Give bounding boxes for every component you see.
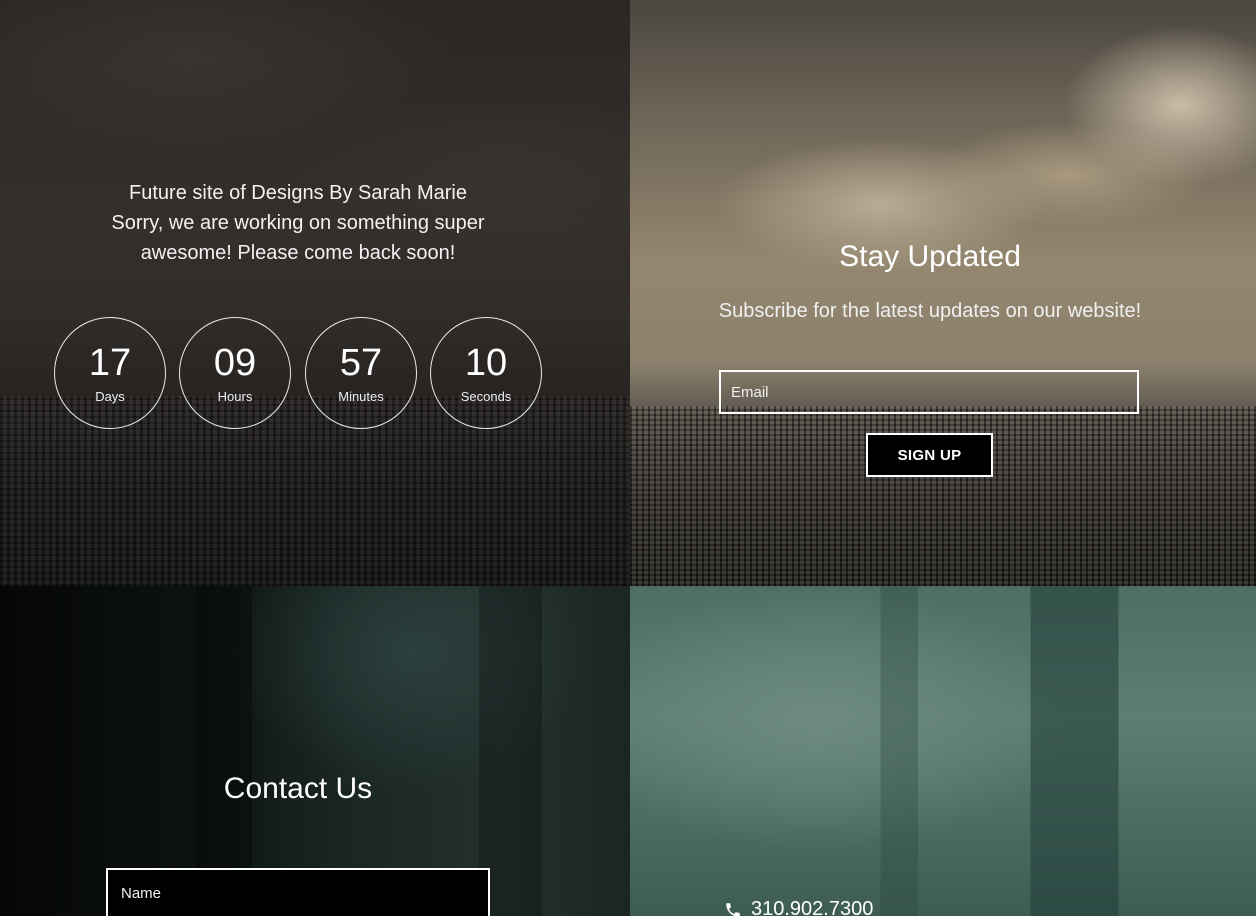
intro-line-1: Future site of Designs By Sarah Marie (129, 182, 467, 204)
email-field[interactable] (719, 370, 1139, 414)
name-field[interactable] (106, 868, 490, 916)
sign-up-button[interactable]: SIGN UP (866, 433, 993, 477)
countdown-label: Days (95, 389, 125, 404)
countdown-value: 57 (339, 342, 383, 384)
countdown-label: Seconds (460, 389, 512, 404)
countdown-value: 10 (464, 342, 508, 384)
intro-text: Future site of Designs By Sarah Marie So… (0, 178, 596, 268)
forest-background (0, 586, 630, 916)
phone-text: 310.902.7300 (751, 898, 874, 916)
countdown-seconds: 10 Seconds (430, 317, 542, 429)
intro-line-3: awesome! Please come back soon! (140, 242, 456, 264)
countdown-hours: 09 Hours (179, 317, 291, 429)
phone-icon (724, 901, 742, 916)
contact-title: Contact Us (223, 772, 373, 805)
subscribe-subtitle: Subscribe for the latest updates on our … (718, 300, 1142, 322)
contact-panel (0, 586, 630, 916)
countdown-label: Hours (217, 389, 253, 404)
countdown-timer: 17 Days 09 Hours 57 Minutes 10 Seconds (54, 317, 554, 429)
subscribe-title: Stay Updated (839, 240, 1021, 273)
countdown-value: 17 (88, 342, 132, 384)
coming-soon-page: Future site of Designs By Sarah Marie So… (0, 0, 1256, 916)
contact-info-panel (630, 586, 1256, 916)
intro-line-2: Sorry, we are working on something super (111, 212, 485, 234)
subscribe-panel (630, 0, 1256, 586)
countdown-panel (0, 0, 630, 586)
countdown-minutes: 57 Minutes (305, 317, 417, 429)
countdown-label: Minutes (338, 389, 384, 404)
countdown-days: 17 Days (54, 317, 166, 429)
countdown-value: 09 (213, 342, 257, 384)
phone-number[interactable]: 310.902.7300 (724, 898, 873, 916)
